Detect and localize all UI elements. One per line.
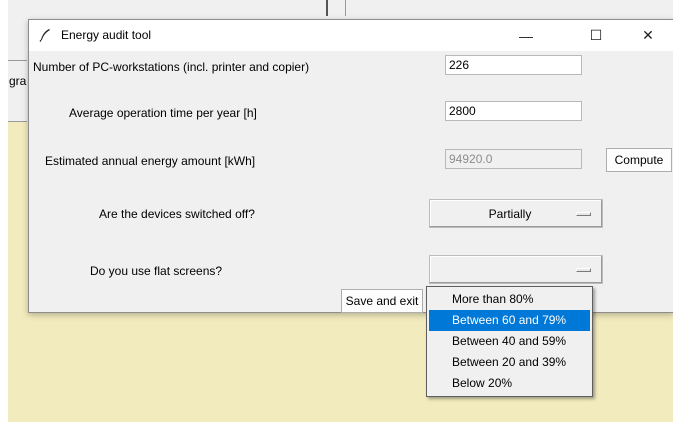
flat-screens-value [430,256,590,283]
dropdown-option[interactable]: Between 40 and 59% [429,331,590,352]
window-title: Energy audit tool [61,28,152,42]
operation-time-label: Average operation time per year [h] [69,106,257,120]
dropdown-option[interactable]: Between 20 and 39% [429,352,590,373]
operation-time-input[interactable]: 2800 [445,101,582,121]
flat-screens-select[interactable] [429,255,603,284]
dropdown-indicator-icon [576,268,591,272]
background-side-tab: gra [8,60,27,122]
switched-off-value: Partially [488,206,532,221]
dropdown-option[interactable]: Below 20% [429,373,590,394]
save-and-exit-button[interactable]: Save and exit [341,289,423,313]
close-button[interactable]: ✕ [625,20,671,51]
background-divider [326,0,328,16]
title-bar[interactable]: Energy audit tool — ☐ ✕ [29,20,673,51]
feather-icon [39,29,50,42]
background-side-text: gra [9,74,27,88]
maximize-button[interactable]: ☐ [573,20,619,51]
flat-screens-dropdown-list: More than 80% Between 60 and 79% Between… [426,286,593,397]
workstations-input[interactable]: 226 [445,55,582,75]
dropdown-indicator-icon [576,212,591,216]
switched-off-select[interactable]: Partially [429,199,603,228]
workstations-label: Number of PC-workstations (incl. printer… [33,60,310,74]
dropdown-option[interactable]: More than 80% [429,289,590,310]
energy-audit-window: Energy audit tool — ☐ ✕ Number of PC-wor… [28,19,673,313]
energy-amount-field: 94920.0 [445,149,582,169]
energy-amount-label: Estimated annual energy amount [kWh] [45,154,256,168]
flat-screens-label: Do you use flat screens? [90,264,223,278]
compute-button[interactable]: Compute [606,148,672,172]
dropdown-option-highlighted[interactable]: Between 60 and 79% [429,310,590,331]
minimize-button[interactable]: — [503,20,549,51]
switched-off-label: Are the devices switched off? [99,207,255,221]
background-divider-2 [345,0,346,16]
